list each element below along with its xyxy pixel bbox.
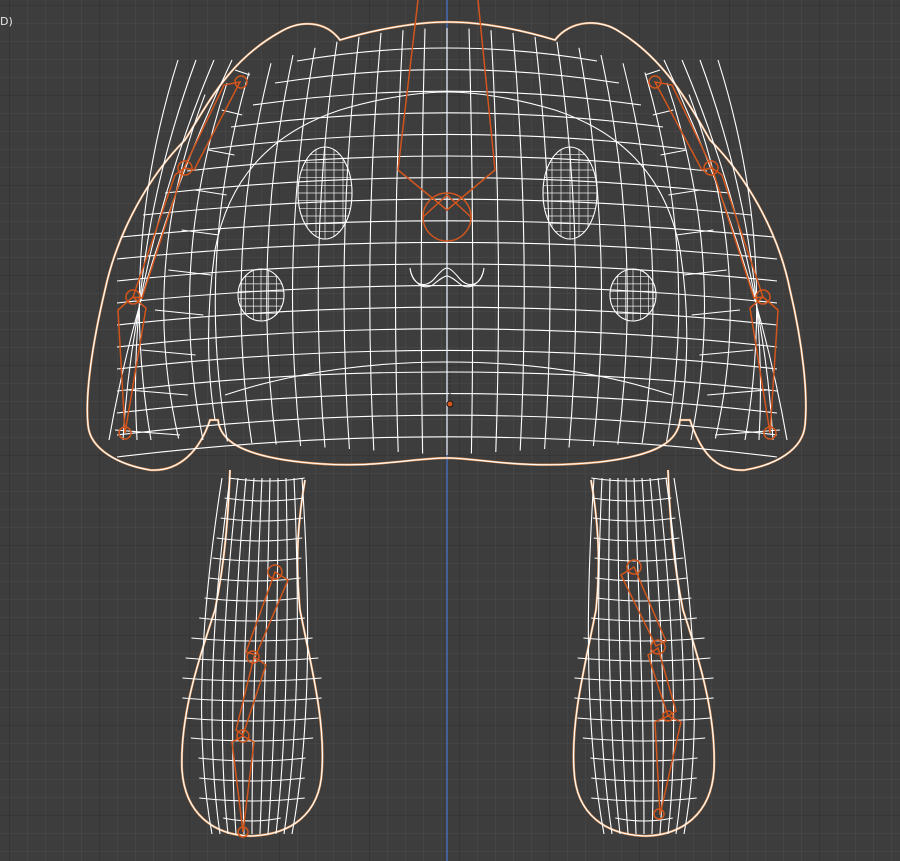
- origin-point-icon[interactable]: [446, 400, 454, 408]
- mesh-cheek-right: [609, 268, 657, 322]
- 3d-viewport[interactable]: D): [0, 0, 900, 861]
- mesh-cheek-left: [237, 268, 285, 322]
- mesh-eye-right: [542, 146, 598, 240]
- mesh-eye-left: [297, 146, 353, 240]
- mesh-edge-loops: [108, 28, 788, 835]
- brim-curve: [224, 361, 673, 396]
- armature[interactable]: [117, 0, 779, 838]
- scene-canvas[interactable]: [0, 0, 900, 861]
